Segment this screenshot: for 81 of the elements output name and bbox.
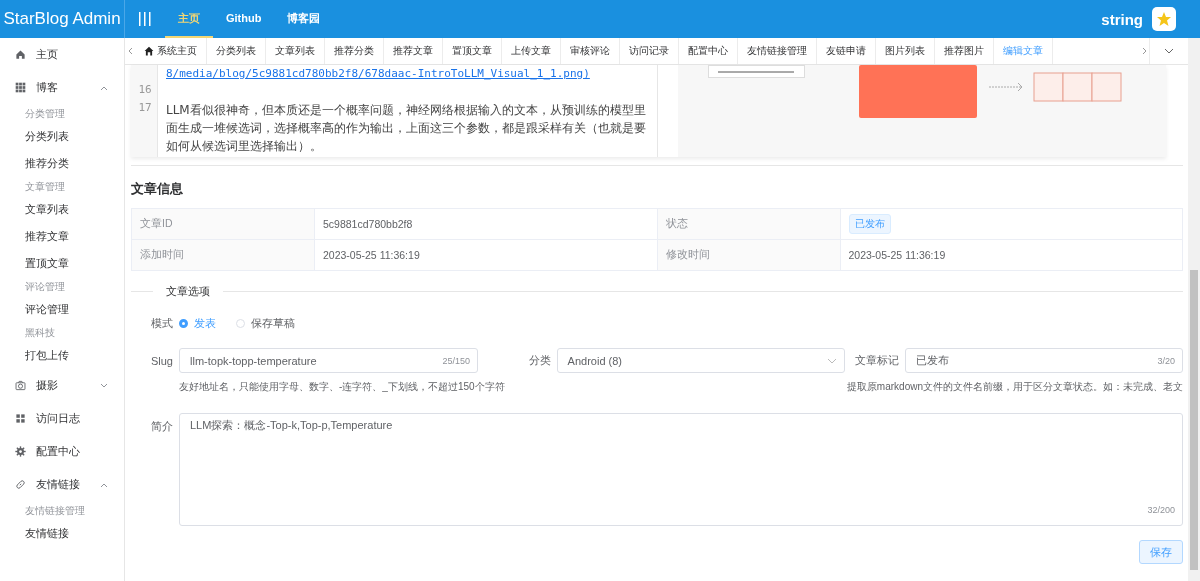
menu-group-title: 文章管理 — [24, 179, 66, 194]
sidebar-item[interactable]: 推荐分类 — [0, 150, 124, 177]
menu-group-title: 分类管理 — [24, 106, 66, 121]
star-icon — [1156, 11, 1172, 27]
tab[interactable]: 置顶文章 — [443, 38, 502, 64]
sidebar-item[interactable]: 友情链接 — [0, 468, 124, 501]
field-label: 文章标记 — [854, 353, 899, 368]
sidebar-item[interactable]: 主页 — [0, 38, 124, 71]
scrollbar[interactable] — [1188, 38, 1200, 581]
menu-icon[interactable] — [139, 12, 151, 26]
chevron-down-icon[interactable] — [1164, 48, 1174, 54]
link-icon — [15, 479, 26, 490]
tab[interactable]: 友情链接管理 — [738, 38, 817, 64]
sidebar-item[interactable]: 博客 — [0, 71, 124, 104]
section-title: 文章信息 — [131, 180, 184, 198]
char-count: 25/150 — [442, 355, 470, 366]
app-title: StarBlog Admin — [0, 0, 125, 38]
hint-text: 友好地址名，只能使用字母、数字、-连字符、_下划线，不超过150个字符 — [179, 380, 505, 394]
tab[interactable]: 推荐分类 — [325, 38, 384, 64]
menu-group-title: 评论管理 — [24, 279, 66, 294]
field-label: 简介 — [150, 419, 173, 434]
table-cell: 2023-05-25 11:36:19 — [840, 239, 1183, 271]
tab[interactable]: 图片列表 — [876, 38, 935, 64]
divider-label: 文章选项 — [165, 284, 211, 299]
chevron-right-icon[interactable] — [1141, 47, 1147, 55]
tab[interactable]: 上传文章 — [502, 38, 561, 64]
tab[interactable]: 审核评论 — [561, 38, 620, 64]
sidebar-item[interactable]: 摄影 — [0, 369, 124, 402]
sidebar-item[interactable]: 配置中心 — [0, 435, 124, 468]
table-cell: 5c9881cd780bb2f8 — [314, 208, 657, 240]
tab[interactable]: 配置中心 — [679, 38, 738, 64]
tab[interactable]: 访问记录 — [620, 38, 679, 64]
slug-input[interactable]: llm-topk-topp-temperature 25/150 — [179, 348, 478, 373]
sidebar-item[interactable]: 打包上传 — [0, 342, 124, 369]
camera-icon — [15, 380, 26, 391]
grid-icon — [15, 413, 26, 424]
sidebar-item[interactable]: 友情链接 — [0, 520, 124, 547]
mark-input[interactable]: 已发布 3/20 — [904, 348, 1183, 373]
status-tag: 已发布 — [848, 214, 891, 234]
tab[interactable]: 推荐图片 — [935, 38, 994, 64]
tab[interactable]: 文章列表 — [266, 38, 325, 64]
avatar[interactable] — [1152, 7, 1176, 31]
table-cell: 文章ID — [131, 208, 315, 240]
chevron-up-icon — [100, 481, 108, 488]
char-count: 3/20 — [1157, 355, 1175, 366]
code-text: LLM看似很神奇，但本质还是一个概率问题，神经网络根据输入的文本，从预训练的模型里面生成一堆候选词，选择概率高的作为输出，上面这三个参数，都是跟采样有关（也就是要如何从候选词里选择输出）。 — [165, 102, 647, 155]
sidebar-item[interactable]: 推荐文章 — [0, 223, 124, 250]
summary-textarea[interactable]: LLM探索：概念-Top-k,Top-p,Temperature 32/200 — [179, 413, 1183, 526]
home-icon — [144, 46, 154, 56]
gear-icon — [15, 446, 26, 457]
tab[interactable]: 系统主页 — [135, 38, 207, 64]
chevron-down-icon — [826, 357, 837, 364]
line-number: 16 — [137, 83, 153, 98]
menu-group-title: 黑科技 — [24, 325, 56, 340]
sidebar-item[interactable]: 置顶文章 — [0, 250, 124, 277]
tab[interactable]: 推荐文章 — [384, 38, 443, 64]
menu-group-title: 友情链接管理 — [24, 503, 86, 518]
table-cell: 添加时间 — [131, 239, 315, 271]
tab[interactable]: 分类列表 — [207, 38, 266, 64]
radio-option[interactable]: 保存草稿 — [236, 316, 295, 331]
sidebar-item[interactable]: 评论管理 — [0, 296, 124, 323]
category-select[interactable]: Android (8) — [556, 348, 845, 373]
field-label: 分类 — [528, 353, 551, 368]
code-link[interactable]: 8/media/blog/5c9881cd780bb2f8/678daac-IntroToLLM_Visual_1_1.png) — [158, 65, 590, 83]
grid-icon — [15, 82, 26, 93]
table-cell: 修改时间 — [657, 239, 840, 271]
chevron-down-icon — [100, 382, 108, 389]
char-count: 32/200 — [1147, 505, 1175, 515]
sidebar-item[interactable]: 分类列表 — [0, 123, 124, 150]
tab[interactable]: 友链申请 — [817, 38, 876, 64]
line-number: 17 — [137, 101, 153, 116]
field-label: 模式 — [150, 316, 173, 331]
sidebar-item[interactable]: 访问日志 — [0, 402, 124, 435]
hint-text: 提取原markdown文件的文件名前缀，用于区分文章状态。如：未完成、老文 — [846, 380, 1183, 394]
table-cell: 2023-05-25 11:36:19 — [314, 239, 657, 271]
table-cell: 状态 — [657, 208, 840, 240]
home-icon — [15, 49, 26, 60]
field-label: Slug — [149, 354, 173, 367]
chevron-left-icon[interactable] — [127, 47, 133, 55]
sidebar-item[interactable]: 文章列表 — [0, 196, 124, 223]
chevron-up-icon — [100, 84, 108, 91]
